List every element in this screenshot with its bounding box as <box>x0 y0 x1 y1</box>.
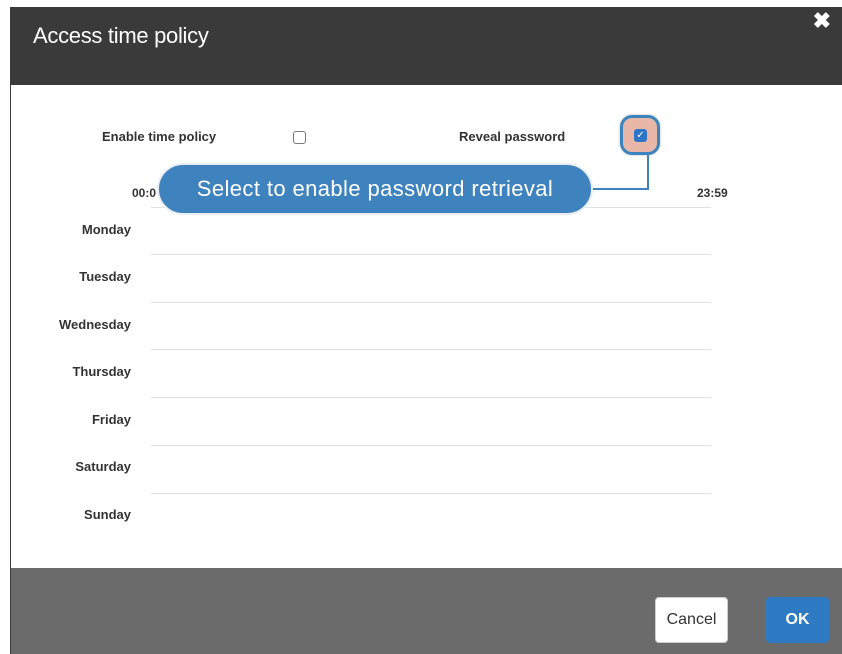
cancel-button[interactable]: Cancel <box>655 597 728 643</box>
ok-button[interactable]: OK <box>766 597 829 643</box>
row-divider <box>151 349 711 350</box>
enable-time-policy-checkbox[interactable] <box>293 131 306 144</box>
dialog-title: Access time policy <box>33 23 209 48</box>
callout-connector <box>593 188 649 190</box>
dialog-header: Access time policy ✖ <box>11 7 842 85</box>
day-sunday: Sunday <box>84 507 131 522</box>
close-icon[interactable]: ✖ <box>813 8 831 34</box>
dialog-body: Enable time policy Reveal password ✓ 00:… <box>11 85 842 568</box>
dialog-footer: Cancel OK <box>11 568 842 654</box>
reveal-password-highlight: ✓ <box>620 115 660 155</box>
day-friday: Friday <box>91 412 131 427</box>
day-monday: Monday <box>81 222 131 237</box>
row-divider <box>151 493 711 494</box>
callout-connector <box>647 155 649 190</box>
timeline-start-label: 00:0 <box>132 186 157 200</box>
row-divider <box>151 254 711 255</box>
reveal-password-checkbox[interactable]: ✓ <box>634 129 647 142</box>
access-time-policy-dialog: Access time policy ✖ Enable time policy … <box>10 7 842 654</box>
day-wednesday: Wednesday <box>58 317 131 332</box>
day-saturday: Saturday <box>75 459 131 474</box>
enable-time-policy-label: Enable time policy <box>102 129 217 144</box>
reveal-password-label: Reveal password <box>459 129 566 144</box>
timeline-end-label: 23:59 <box>697 186 728 200</box>
row-divider <box>151 302 711 303</box>
day-tuesday: Tuesday <box>79 269 131 284</box>
row-divider <box>151 445 711 446</box>
password-retrieval-callout: Select to enable password retrieval <box>157 163 593 215</box>
row-divider <box>151 397 711 398</box>
day-thursday: Thursday <box>72 364 131 379</box>
